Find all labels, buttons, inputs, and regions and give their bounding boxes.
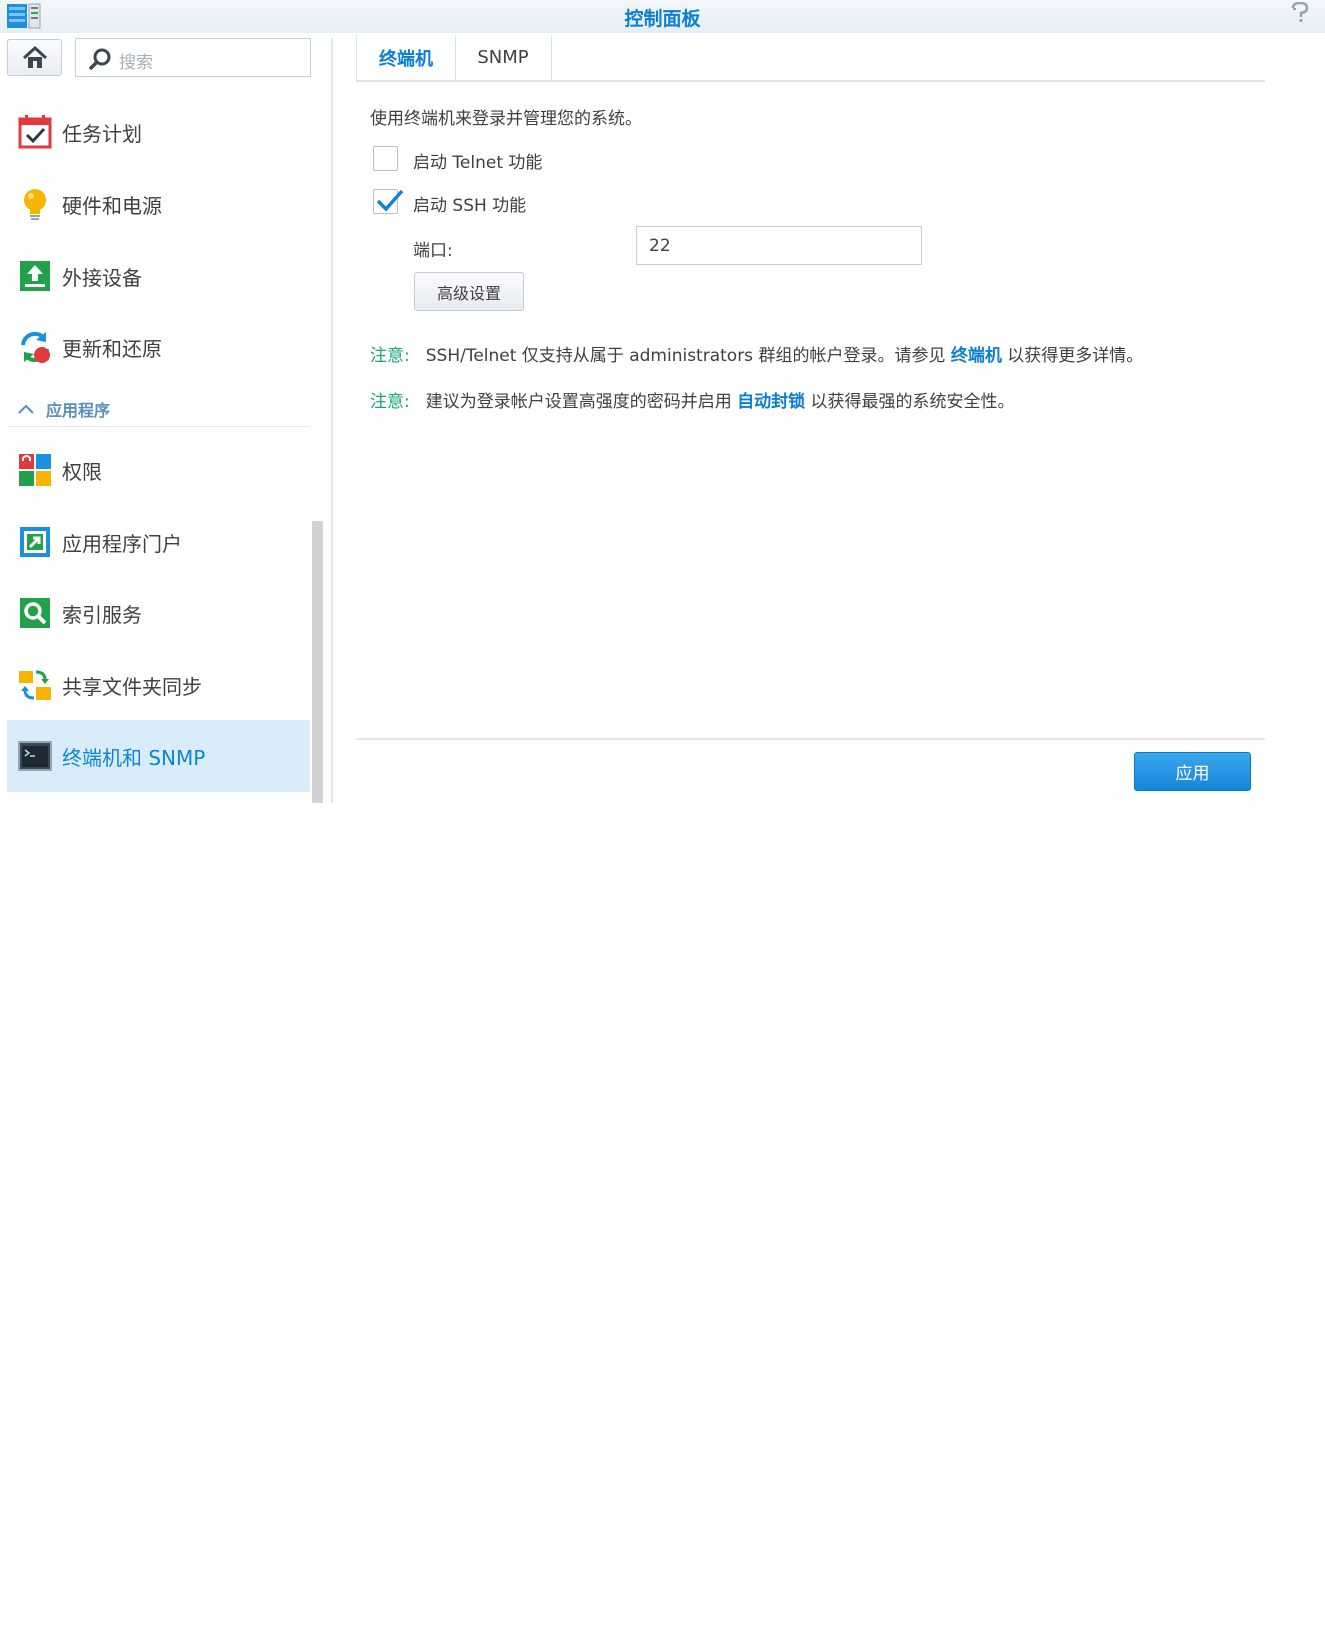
sidebar-item-application-portal[interactable]: 应用程序门户 <box>7 506 310 578</box>
window-title: 控制面板 <box>624 8 701 30</box>
ssh-checkbox[interactable] <box>373 189 404 214</box>
sidebar-item-label: 应用程序门户 <box>62 531 182 556</box>
sidebar-section-applications[interactable]: 应用程序 <box>17 396 110 422</box>
footer-divider <box>356 738 1265 740</box>
tab-underline <box>356 80 1265 82</box>
tab-terminal[interactable]: 终端机 <box>356 35 456 80</box>
port-input[interactable] <box>636 226 922 265</box>
telnet-checkbox[interactable] <box>373 146 398 171</box>
auto-block-link[interactable]: 自动封锁 <box>737 392 805 412</box>
help-icon[interactable] <box>1291 1 1309 30</box>
indexing-service-icon <box>20 598 50 628</box>
tab-bar: 终端机 SNMP <box>356 35 1265 81</box>
note-text: 以获得更多详情。 <box>1007 346 1144 366</box>
terminal-link[interactable]: 终端机 <box>951 346 1002 366</box>
sidebar-scrollbar[interactable] <box>312 521 323 803</box>
search-placeholder: 搜索 <box>119 53 153 73</box>
sidebar-item-privileges[interactable]: 权限 <box>7 434 310 506</box>
terminal-description: 使用终端机来登录并管理您的系统。 <box>370 109 642 129</box>
sidebar-item-indexing-service[interactable]: 索引服务 <box>7 577 310 649</box>
sidebar-item-label: 外接设备 <box>62 265 142 290</box>
sidebar-item-external-devices[interactable]: 外接设备 <box>7 240 310 312</box>
sidebar-item-hardware-power[interactable]: 硬件和电源 <box>7 168 310 240</box>
apply-button[interactable]: 应用 <box>1134 752 1251 791</box>
update-restore-icon <box>21 331 50 363</box>
home-button[interactable] <box>7 39 62 76</box>
sidebar-item-label: 共享文件夹同步 <box>62 674 202 699</box>
note-password: 注意: 建议为登录帐户设置高强度的密码并启用 自动封锁 以获得最强的系统安全性。 <box>370 387 1015 412</box>
sidebar-item-shared-folder-sync[interactable]: 共享文件夹同步 <box>7 649 310 721</box>
sidebar-item-label: 索引服务 <box>62 602 142 627</box>
sidebar-item-label: 终端机和 SNMP <box>62 745 206 770</box>
home-icon <box>22 45 47 68</box>
sidebar-item-label: 硬件和电源 <box>62 193 162 218</box>
checkmark-icon <box>376 189 404 212</box>
sidebar-item-terminal-snmp[interactable]: 终端机和 SNMP <box>7 720 310 792</box>
tab-snmp[interactable]: SNMP <box>455 35 552 80</box>
search-icon <box>88 48 111 71</box>
shared-folder-sync-icon <box>19 670 51 700</box>
lightbulb-icon <box>24 189 46 220</box>
note-text: SSH/Telnet 仅支持从属于 administrators 群组的帐户登录… <box>425 346 946 366</box>
title-bar: 控制面板 <box>0 0 1325 33</box>
note-text: 以获得最强的系统安全性。 <box>810 392 1015 412</box>
terminal-icon <box>18 741 52 771</box>
app-portal-icon <box>20 527 50 557</box>
panel-divider <box>331 38 333 803</box>
note-prefix: 注意: <box>370 392 410 412</box>
section-label: 应用程序 <box>46 401 111 420</box>
section-divider <box>7 426 310 427</box>
task-scheduler-icon <box>18 115 52 149</box>
sidebar-item-task-scheduler[interactable]: 任务计划 <box>7 96 310 168</box>
note-text: 建议为登录帐户设置高强度的密码并启用 <box>425 392 732 412</box>
privileges-icon <box>19 454 51 486</box>
telnet-label[interactable]: 启动 Telnet 功能 <box>413 148 542 173</box>
advanced-settings-button[interactable]: 高级设置 <box>414 272 524 311</box>
external-device-icon <box>20 261 50 291</box>
sidebar-item-label: 权限 <box>62 459 102 484</box>
sidebar-item-update-restore[interactable]: 更新和还原 <box>7 311 310 383</box>
note-prefix: 注意: <box>370 346 410 366</box>
chevron-up-icon <box>18 404 34 414</box>
sidebar-item-label: 任务计划 <box>62 121 142 146</box>
note-ssh-telnet: 注意: SSH/Telnet 仅支持从属于 administrators 群组的帐… <box>370 341 1143 366</box>
port-label: 端口: <box>413 241 453 261</box>
search-input[interactable]: 搜索 <box>75 38 311 77</box>
ssh-label[interactable]: 启动 SSH 功能 <box>413 191 526 216</box>
sidebar-item-label: 更新和还原 <box>62 336 162 361</box>
